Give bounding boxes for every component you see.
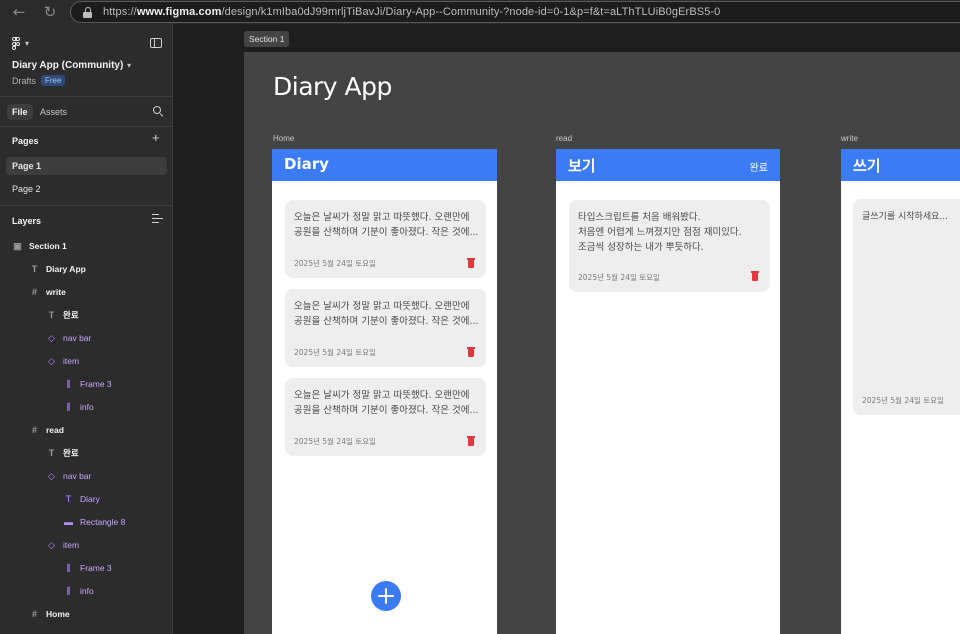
trash-icon[interactable] — [467, 347, 475, 357]
layers-list-icon[interactable] — [152, 214, 163, 224]
layer-item[interactable]: # write — [29, 285, 66, 299]
nav-bar-title: 보기 — [568, 157, 596, 175]
layer-item[interactable]: T Diary — [63, 492, 100, 506]
divider — [0, 205, 173, 206]
trash-icon[interactable] — [751, 271, 759, 281]
text-icon: T — [48, 310, 55, 320]
nav-bar-title: 쓰기 — [853, 157, 881, 175]
layers-panel: ▾ Diary App (Community) ▾ Drafts Free Fi… — [0, 24, 173, 634]
layer-item[interactable]: ⫼ info — [63, 400, 93, 414]
nav-bar-title: Diary — [284, 155, 329, 173]
nav-bar: 보기 완료 — [556, 149, 780, 181]
reload-icon[interactable]: ↻ — [40, 2, 60, 22]
frame-icon: # — [31, 425, 37, 435]
layer-item[interactable]: T 완료 — [46, 446, 79, 460]
card-date: 2025년 5월 24일 토요일 — [294, 348, 376, 357]
tab-file[interactable]: File — [7, 104, 33, 120]
layer-item[interactable]: T 완료 — [46, 308, 79, 322]
card-date: 2025년 5월 24일 토요일 — [862, 396, 944, 405]
layer-item[interactable]: ▣ Section 1 — [12, 239, 67, 253]
figma-logo-icon — [12, 37, 21, 51]
divider — [0, 126, 173, 127]
component-instance-icon: ◇ — [48, 471, 55, 481]
toggle-sidebar-icon[interactable] — [150, 38, 162, 48]
diary-card[interactable]: 오늘은 날씨가 정말 맑고 따뜻했다. 오랜만에 공원을 산책하며 기분이 좋아… — [285, 378, 486, 456]
add-page-icon[interactable]: + — [152, 131, 160, 144]
nav-bar: 쓰기 — [841, 149, 960, 181]
lock-icon — [83, 6, 92, 18]
frame-label-write[interactable]: write — [841, 134, 858, 143]
layer-item[interactable]: ⫼ Frame 3 — [63, 561, 111, 575]
drafts-label[interactable]: Drafts — [12, 76, 36, 86]
card-text: 오늘은 날씨가 정말 맑고 따뜻했다. 오랜만에 공원을 산책하며 기분이 좋아… — [294, 301, 479, 327]
layer-item[interactable]: ⫼ info — [63, 584, 93, 598]
layer-item[interactable]: ⫼ Frame 3 — [63, 377, 111, 391]
layer-item[interactable]: ▬ Rectangle 8 — [63, 515, 125, 529]
section-icon: ▣ — [13, 241, 22, 251]
write-textarea[interactable]: 글쓰기를 시작하세요... 2025년 5월 24일 토요일 — [853, 199, 960, 415]
diary-card[interactable]: 오늘은 날씨가 정말 맑고 따뜻했다. 오랜만에 공원을 산책하며 기분이 좋아… — [285, 200, 486, 278]
layer-item[interactable]: # read — [29, 423, 64, 437]
frame-label-home[interactable]: Home — [273, 134, 294, 143]
add-entry-button[interactable] — [371, 581, 401, 611]
trash-icon[interactable] — [467, 436, 475, 446]
auto-layout-icon: ⫼ — [66, 586, 71, 596]
diary-card[interactable]: 타입스크립트를 처음 배워봤다. 처음엔 어렵게 느껴졌지만 점점 재미있다. … — [569, 200, 770, 292]
canvas-app-title[interactable]: Diary App — [273, 72, 392, 101]
text-icon: T — [65, 494, 72, 504]
frame-icon: # — [31, 609, 37, 619]
back-arrow-icon[interactable]: ← — [9, 2, 29, 22]
layer-item[interactable]: # Home — [29, 607, 70, 621]
card-date: 2025년 5월 24일 토요일 — [294, 437, 376, 446]
done-button[interactable]: 완료 — [750, 159, 768, 174]
search-icon[interactable] — [153, 106, 164, 117]
frame-label-read[interactable]: read — [556, 134, 572, 143]
chevron-down-icon: ▾ — [25, 39, 30, 48]
rectangle-icon: ▬ — [64, 517, 73, 527]
card-text: 타입스크립트를 처음 배워봤다. 처음엔 어렵게 느껴졌지만 점점 재미있다. … — [578, 212, 742, 253]
auto-layout-icon: ⫼ — [66, 402, 71, 412]
component-instance-icon: ◇ — [48, 333, 55, 343]
file-title[interactable]: Diary App (Community) — [12, 60, 123, 71]
layer-item[interactable]: T Diary App — [29, 262, 86, 276]
auto-layout-icon: ⫼ — [66, 563, 71, 573]
nav-bar: Diary — [272, 149, 497, 181]
layer-item[interactable]: ◇ item — [46, 538, 79, 552]
page-item-2[interactable]: Page 2 — [6, 180, 167, 198]
address-bar[interactable]: https://www.figma.com/design/k1mIba0dJ99… — [70, 1, 960, 23]
write-placeholder: 글쓰기를 시작하세요... — [862, 212, 948, 222]
chevron-down-icon[interactable]: ▾ — [127, 61, 131, 70]
component-instance-icon: ◇ — [48, 356, 55, 366]
text-icon: T — [48, 448, 55, 458]
text-icon: T — [31, 264, 38, 274]
layer-item[interactable]: ◇ nav bar — [46, 331, 91, 345]
component-instance-icon: ◇ — [48, 540, 55, 550]
auto-layout-icon: ⫼ — [66, 379, 71, 389]
layer-item[interactable]: ◇ item — [46, 354, 79, 368]
card-text: 오늘은 날씨가 정말 맑고 따뜻했다. 오랜만에 공원을 산책하며 기분이 좋아… — [294, 390, 479, 416]
page-item-1[interactable]: Page 1 — [6, 157, 167, 175]
plan-badge: Free — [41, 75, 66, 86]
diary-card[interactable]: 오늘은 날씨가 정말 맑고 따뜻했다. 오랜만에 공원을 산책하며 기분이 좋아… — [285, 289, 486, 367]
layers-heading: Layers — [12, 216, 42, 226]
read-frame[interactable]: 보기 완료 타입스크립트를 처음 배워봤다. 처음엔 어렵게 느껴졌지만 점점 … — [556, 149, 780, 634]
pages-heading: Pages — [12, 136, 39, 146]
section-tag[interactable]: Section 1 — [244, 31, 290, 47]
main-menu-button[interactable]: ▾ — [12, 37, 32, 51]
url-text: https://www.figma.com/design/k1mIba0dJ99… — [103, 6, 721, 18]
browser-toolbar: ← ↻ https://www.figma.com/design/k1mIba0… — [0, 0, 960, 24]
layer-item[interactable]: ◇ nav bar — [46, 469, 91, 483]
card-date: 2025년 5월 24일 토요일 — [578, 273, 660, 282]
tab-assets[interactable]: Assets — [40, 107, 67, 117]
home-frame[interactable]: Diary 오늘은 날씨가 정말 맑고 따뜻했다. 오랜만에 공원을 산책하며 … — [272, 149, 497, 634]
trash-icon[interactable] — [467, 258, 475, 268]
divider — [0, 96, 173, 97]
write-frame[interactable]: 쓰기 글쓰기를 시작하세요... 2025년 5월 24일 토요일 — [841, 149, 960, 634]
card-text: 오늘은 날씨가 정말 맑고 따뜻했다. 오랜만에 공원을 산책하며 기분이 좋아… — [294, 212, 479, 238]
frame-icon: # — [31, 287, 37, 297]
card-date: 2025년 5월 24일 토요일 — [294, 259, 376, 268]
